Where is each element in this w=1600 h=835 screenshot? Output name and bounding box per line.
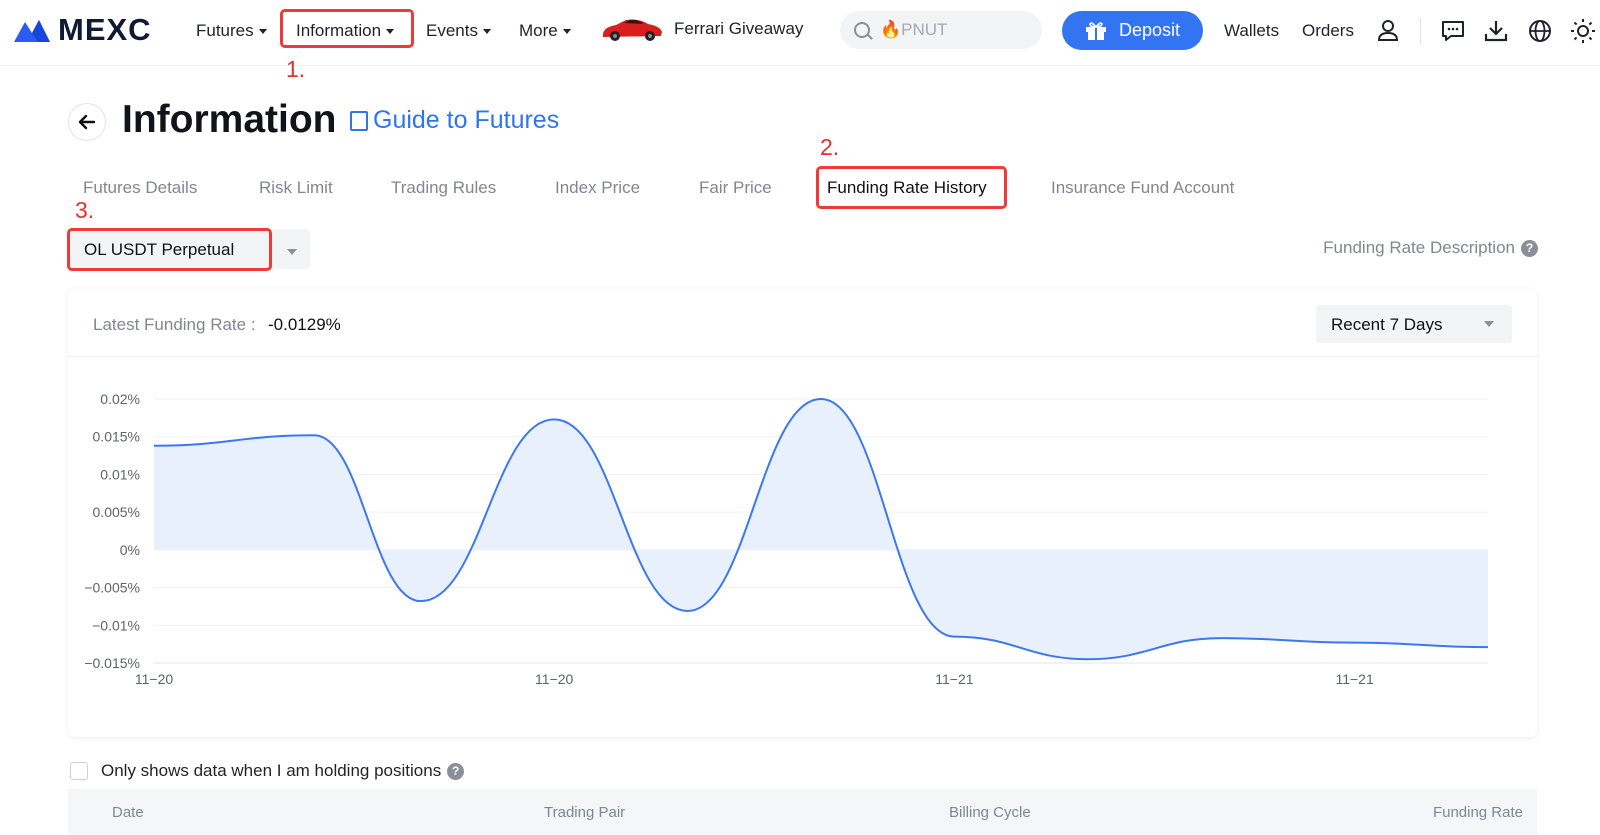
annotation-step-2: 2.: [820, 134, 840, 160]
column-header-funding-rate[interactable]: Funding Rate: [1433, 804, 1523, 821]
guide-book-icon: [350, 110, 368, 131]
y-tick-label: 0%: [120, 542, 140, 558]
tab-futures-details[interactable]: Futures Details: [83, 178, 197, 198]
deposit-button[interactable]: Deposit: [1062, 11, 1203, 50]
nav-promo-label: Ferrari Giveaway: [674, 19, 804, 38]
table-header: Date Trading Pair Billing Cycle Funding …: [68, 789, 1537, 835]
search-placeholder: 🔥PNUT: [880, 20, 948, 39]
guide-link-label: Guide to Futures: [373, 106, 560, 134]
y-tick-label: −0.015%: [84, 655, 140, 671]
theme-sun-icon[interactable]: [1570, 18, 1596, 44]
caret-down-icon: [482, 28, 491, 34]
highlight-box-information: [280, 9, 414, 48]
tab-index-price[interactable]: Index Price: [555, 178, 640, 198]
nav-wallets[interactable]: Wallets: [1224, 18, 1279, 44]
guide-to-futures-link[interactable]: Guide to Futures: [350, 106, 559, 135]
y-tick-label: 0.015%: [93, 429, 140, 445]
globe-icon[interactable]: [1527, 18, 1553, 44]
nav-more-label: More: [519, 21, 558, 40]
funding-rate-chart: 0.02% 0.015% 0.01% 0.005% 0% −0.005% −0.01% −0.…: [84, 391, 1489, 687]
y-tick-label: 0.02%: [100, 391, 140, 407]
funding-rate-description-link[interactable]: Funding Rate Description ?: [1323, 238, 1538, 258]
caret-down-icon: [562, 28, 571, 34]
highlight-box-funding-rate-history: [816, 166, 1007, 209]
page-title: Information: [122, 98, 337, 141]
tab-trading-rules[interactable]: Trading Rules: [391, 178, 496, 198]
nav-more[interactable]: More: [519, 18, 571, 44]
x-tick-label: 11−21: [935, 671, 973, 687]
annotation-step-3: 3.: [75, 197, 95, 223]
top-nav: MEXC Futures Information 1. Events More …: [0, 0, 1600, 82]
arrow-left-icon: [78, 114, 96, 130]
chat-icon[interactable]: [1440, 18, 1466, 44]
holding-positions-label: Only shows data when I am holding positi…: [101, 761, 442, 780]
gift-icon: [1085, 21, 1106, 40]
x-tick-label: 11−21: [1335, 671, 1373, 687]
help-icon: ?: [1521, 239, 1538, 257]
x-tick-label: 11−20: [135, 671, 173, 687]
funding-rate-chart-card: Latest Funding Rate : -0.0129% Recent 7 …: [68, 289, 1537, 737]
tab-fair-price[interactable]: Fair Price: [699, 178, 772, 198]
user-icon[interactable]: [1375, 18, 1401, 44]
column-header-trading-pair[interactable]: Trading Pair: [544, 804, 625, 821]
highlight-box-contract-select: [67, 228, 272, 271]
download-icon[interactable]: [1483, 18, 1509, 44]
annotation-step-1: 1.: [286, 56, 306, 82]
tab-insurance-fund-account[interactable]: Insurance Fund Account: [1051, 178, 1234, 198]
funding-rate-description-label: Funding Rate Description: [1323, 238, 1515, 257]
nav-divider: [1420, 18, 1421, 44]
ferrari-car-icon: [603, 19, 662, 41]
nav-futures[interactable]: Futures: [196, 18, 267, 44]
column-header-billing-cycle[interactable]: Billing Cycle: [949, 804, 1031, 821]
caret-down-icon[interactable]: [287, 249, 297, 255]
help-icon[interactable]: ?: [447, 762, 465, 780]
mexc-logo-icon: [14, 20, 50, 42]
nav-futures-label: Futures: [196, 21, 254, 40]
search-icon: [854, 22, 870, 38]
mexc-logo[interactable]: MEXC: [12, 12, 152, 47]
holding-positions-filter: Only shows data when I am holding positi…: [101, 761, 465, 781]
x-tick-label: 11−20: [535, 671, 573, 687]
y-tick-label: −0.01%: [92, 617, 140, 633]
tab-risk-limit[interactable]: Risk Limit: [259, 178, 333, 198]
deposit-label: Deposit: [1118, 20, 1181, 40]
nav-events-label: Events: [426, 21, 478, 40]
logo-text: MEXC: [58, 12, 152, 47]
nav-orders[interactable]: Orders: [1302, 18, 1354, 44]
nav-events[interactable]: Events: [426, 18, 491, 44]
holding-positions-checkbox[interactable]: [70, 762, 88, 780]
series-area: [154, 399, 1488, 660]
y-tick-label: 0.005%: [93, 504, 140, 520]
nav-promo-ferrari[interactable]: Ferrari Giveaway: [600, 16, 803, 42]
y-tick-label: 0.01%: [100, 466, 140, 482]
caret-down-icon: [258, 28, 267, 34]
back-button[interactable]: [68, 103, 106, 141]
search-input[interactable]: 🔥PNUT: [840, 11, 1042, 49]
column-header-date[interactable]: Date: [112, 804, 144, 821]
y-tick-label: −0.005%: [84, 580, 140, 596]
